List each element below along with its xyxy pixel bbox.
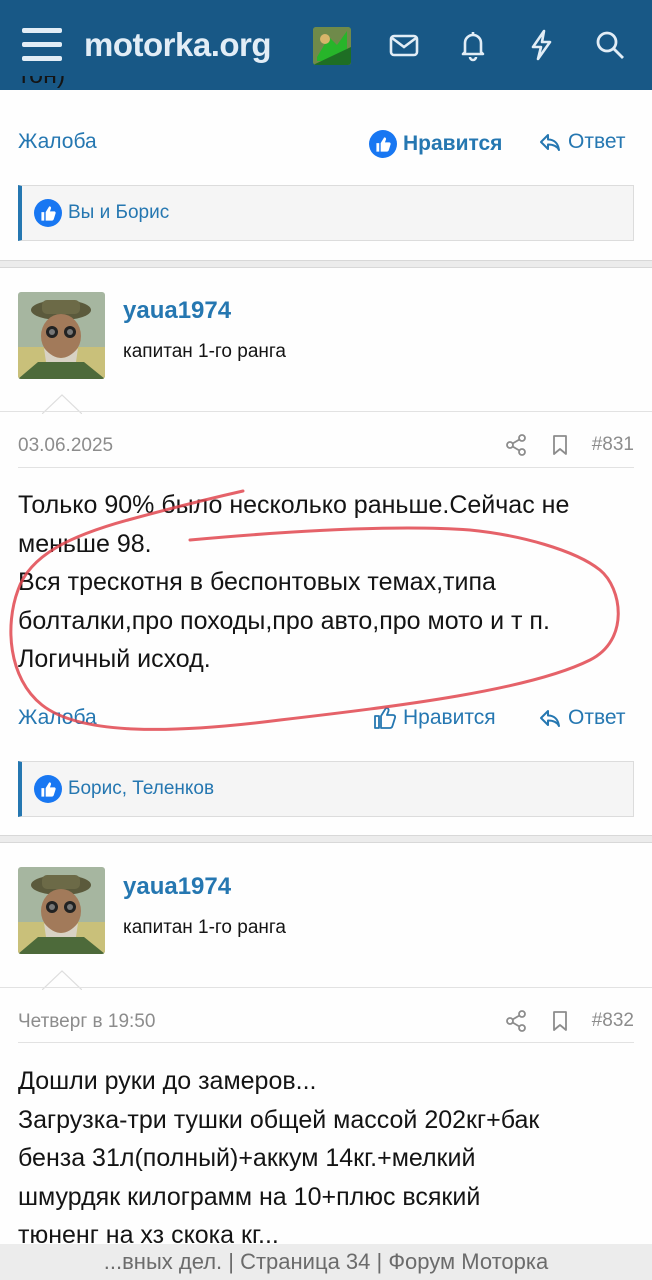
reply-link[interactable]: Ответ [538, 130, 625, 154]
prev-post-cut-text: тон) [18, 76, 638, 94]
share-icon[interactable] [504, 433, 528, 457]
bookmark-icon[interactable] [548, 433, 572, 457]
post-line: меньше 98. [18, 529, 152, 558]
author-name[interactable]: yaua1974 [123, 873, 231, 901]
author-name[interactable]: yaua1974 [123, 297, 231, 325]
post-tools: #832 [504, 1009, 634, 1033]
post-line: бенза 31л(полный)+аккум 14кг.+мелкий [18, 1144, 476, 1172]
author-rank: капитан 1-го ранга [123, 341, 286, 362]
reactions-text: Вы и Борис [68, 202, 170, 223]
bell-icon[interactable] [455, 27, 491, 63]
reactions-text: Борис, Теленков [68, 778, 215, 799]
bookmark-icon[interactable] [548, 1009, 572, 1033]
menu-icon[interactable] [22, 28, 62, 62]
thumbs-up-icon [374, 707, 397, 729]
post-date[interactable]: Четверг в 19:50 [18, 1011, 155, 1033]
post-line: Только 90% было несколько раньше.Сейчас … [18, 491, 570, 519]
reply-link[interactable]: Ответ [538, 706, 625, 730]
divider [18, 467, 634, 468]
reactions-bar[interactable]: Борис, Теленков [18, 761, 634, 817]
page-title-bar: ...вных дел. | Страница 34 | Форум Мотор… [0, 1244, 652, 1280]
like-button-active[interactable]: Нравится [369, 130, 502, 158]
share-icon[interactable] [504, 1009, 528, 1033]
reply-icon [540, 710, 560, 727]
report-link[interactable]: Жалоба [18, 706, 97, 730]
like-button[interactable]: Нравится [373, 706, 496, 730]
post-body: Только 90% было несколько раньше.Сейчас … [18, 486, 638, 679]
post-line: шмурдяк килограмм на 10+плюс всякий [18, 1182, 481, 1211]
divider [18, 1042, 634, 1043]
post-line: Дошли руки до замеров... [18, 1067, 317, 1095]
site-logo[interactable]: motorka.org [84, 26, 272, 64]
post-date[interactable]: 03.06.2025 [18, 435, 113, 457]
post-number[interactable]: #831 [592, 434, 634, 456]
thumbs-up-icon [369, 130, 397, 158]
mail-icon[interactable] [386, 27, 422, 63]
post-body: Дошли руки до замеров... Загрузка-три ту… [18, 1062, 638, 1255]
post-number[interactable]: #832 [592, 1010, 634, 1032]
reply-icon [540, 134, 560, 151]
post-separator [0, 260, 652, 268]
reactions-bar[interactable]: Вы и Борис [18, 185, 634, 241]
thumbs-up-icon [34, 199, 62, 227]
post-line: болталки,про походы,про авто,про мото и … [18, 606, 550, 635]
user-avatar[interactable] [313, 27, 351, 65]
thumbs-up-icon [34, 775, 62, 803]
post-line: Вся трескотня в беспонтовых темах,типа [18, 568, 496, 596]
post-tools: #831 [504, 433, 634, 457]
author-avatar[interactable] [18, 292, 105, 379]
divider [0, 987, 652, 988]
search-icon[interactable] [592, 27, 628, 63]
author-rank: капитан 1-го ранга [123, 917, 286, 938]
post-line: Логичный исход. [18, 645, 211, 673]
report-link[interactable]: Жалоба [18, 130, 97, 154]
post-separator [0, 835, 652, 843]
divider [0, 411, 652, 412]
lightning-icon[interactable] [523, 27, 559, 63]
author-avatar[interactable] [18, 867, 105, 954]
post-line: Загрузка-три тушки общей массой 202кг+ба… [18, 1105, 540, 1134]
